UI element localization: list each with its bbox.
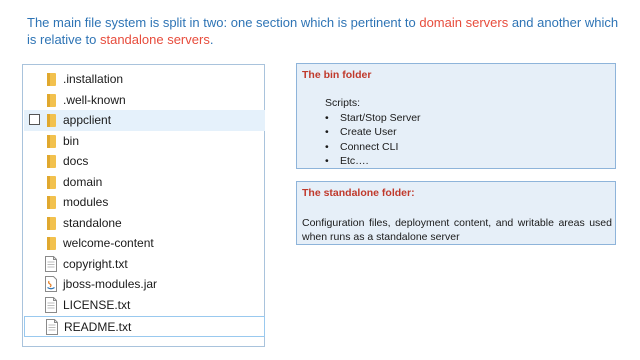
folder-icon [44,235,58,251]
text-file-icon [45,319,59,335]
bin-folder-box: The bin folder Scripts: Start/Stop Serve… [296,63,616,169]
bin-box-subtitle: Scripts: [325,97,361,109]
folder-icon [44,133,58,149]
file-name: appclient [63,113,112,127]
file-row[interactable]: standalone [24,213,265,234]
text-file-icon [44,256,58,272]
file-row[interactable]: jboss-modules.jar [24,274,265,295]
intro-part3: . [209,32,214,47]
intro-highlight-standalone: standalone servers [99,32,210,47]
file-name: domain [63,175,103,189]
file-name: .well-known [63,93,126,107]
file-name: standalone [63,216,122,230]
folder-icon [44,92,58,108]
bin-box-bullets: Start/Stop Server Create User Connect CL… [325,111,421,168]
intro-highlight-domain: domain servers [419,15,509,30]
file-row[interactable]: copyright.txt [24,254,265,275]
folder-icon [44,194,58,210]
file-row[interactable]: welcome-content [24,233,265,254]
file-name: README.txt [64,320,132,334]
file-row[interactable]: LICENSE.txt [24,295,265,316]
bullet-item: Create User [325,125,421,139]
standalone-box-description: Configuration files, deployment content,… [302,217,612,243]
text-file-icon [44,297,58,313]
jar-file-icon [44,276,58,292]
file-explorer: .installation .well-known appclient bin docs… [22,64,265,347]
bullet-item: Connect CLI [325,140,421,154]
file-row[interactable]: bin [24,131,265,152]
file-row[interactable]: appclient [24,110,265,131]
intro-part1: The main file system is split in two: on… [27,15,420,30]
file-row[interactable]: modules [24,192,265,213]
file-name: jboss-modules.jar [63,277,158,291]
file-name: docs [63,154,89,168]
folder-icon [44,112,58,128]
file-name: LICENSE.txt [63,298,131,312]
file-row[interactable]: README.txt [24,316,265,337]
file-name: .installation [63,72,124,86]
folder-icon [44,174,58,190]
file-row[interactable]: domain [24,172,265,193]
folder-icon [44,215,58,231]
file-row[interactable]: docs [24,151,265,172]
bin-box-title: The bin folder [302,69,372,81]
file-name: modules [63,195,109,209]
file-name: welcome-content [63,236,154,250]
standalone-box-title: The standalone folder: [302,187,415,199]
row-checkbox[interactable] [29,114,40,125]
file-name: copyright.txt [63,257,128,271]
file-row[interactable]: .installation [24,69,265,90]
folder-icon [44,153,58,169]
bullet-item: Start/Stop Server [325,111,421,125]
standalone-folder-box: The standalone folder: Configuration fil… [296,181,616,245]
file-name: bin [63,134,80,148]
intro-text: The main file system is split in two: on… [27,14,619,48]
bullet-item: Etc…. [325,154,421,168]
file-row[interactable]: .well-known [24,90,265,111]
folder-icon [44,71,58,87]
